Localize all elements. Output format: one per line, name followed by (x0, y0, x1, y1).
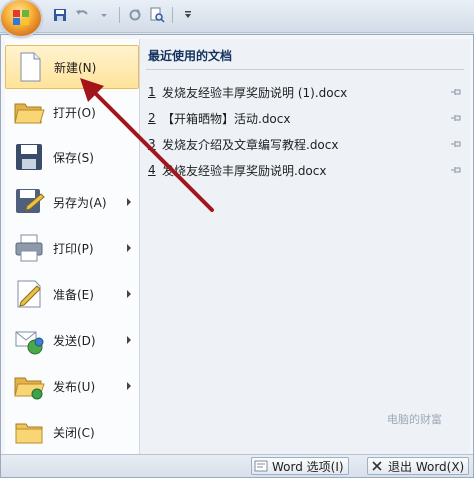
recent-document-item[interactable]: 1 发烧友经验丰厚奖励说明 (1).docx (148, 81, 466, 103)
submenu-arrow-icon (127, 244, 131, 252)
close-folder-icon (15, 423, 43, 444)
repeat-icon (129, 9, 141, 21)
recent-documents-title: 最近使用的文档 (148, 49, 233, 63)
qat-separator (119, 7, 120, 23)
recent-document-number: 2 (148, 111, 156, 125)
office-menu: 新建(N) 打开(O) 保存(S) 另存为(A) 打印(P) 准备(E) 发送(… (0, 34, 474, 478)
save-icon (16, 144, 42, 170)
menu-item-label: 新建(N) (54, 60, 97, 75)
chevron-down-icon (101, 14, 107, 17)
recent-document-name: 发烧友介绍及文章编写教程.docx (162, 137, 339, 152)
title-bar (0, 0, 474, 36)
qat-separator (172, 7, 173, 23)
exit-word-button[interactable]: 退出 Word(X) (367, 457, 470, 475)
menu-item-new[interactable]: 新建(N) (5, 45, 139, 89)
recent-document-item[interactable]: 3 发烧友介绍及文章编写教程.docx (148, 133, 466, 155)
submenu-arrow-icon (127, 382, 131, 390)
printer-icon (15, 234, 43, 262)
menu-item-label: 另存为(A) (53, 195, 107, 210)
recent-document-item[interactable]: 2 【开箱晒物】活动.docx (148, 107, 466, 129)
save-icon (54, 9, 66, 21)
office-button[interactable] (1, 0, 41, 36)
recent-document-item[interactable]: 4 发烧友经验丰厚奖励说明.docx (148, 159, 466, 181)
word-options-button[interactable]: Word 选项(I) (251, 457, 349, 475)
recent-document-name: 【开箱晒物】活动.docx (162, 111, 291, 126)
menu-item-label: 发送(D) (53, 333, 96, 348)
print-preview-icon (150, 7, 165, 23)
send-icon (15, 331, 44, 355)
qat-print-preview-button[interactable] (147, 5, 167, 25)
undo-icon (76, 10, 88, 15)
menu-item-save-as[interactable]: 另存为(A) (5, 180, 139, 224)
exit-word-label: 退出 Word(X) (388, 459, 465, 474)
prepare-icon (17, 280, 41, 308)
recent-document-name: 发烧友经验丰厚奖励说明.docx (162, 163, 327, 178)
recent-document-name: 发烧友经验丰厚奖励说明 (1).docx (162, 85, 348, 100)
pin-icon[interactable] (450, 164, 462, 176)
recent-document-number: 1 (148, 85, 156, 99)
recent-document-number: 3 (148, 137, 156, 151)
save-as-icon (16, 189, 45, 213)
menu-item-label: 保存(S) (53, 150, 94, 165)
menu-item-prepare[interactable]: 准备(E) (5, 272, 139, 316)
open-folder-icon (14, 103, 45, 124)
menu-item-label: 打印(P) (53, 241, 94, 256)
word-options-label: Word 选项(I) (272, 459, 344, 474)
pin-icon[interactable] (450, 112, 462, 124)
menu-item-label: 发布(U) (53, 379, 96, 394)
quick-access-toolbar (50, 4, 198, 26)
menu-item-publish[interactable]: 发布(U) (5, 364, 139, 408)
menu-item-close[interactable]: 关闭(C) (5, 410, 139, 454)
office-logo-icon (13, 10, 29, 25)
menu-commands-pane: 新建(N) 打开(O) 保存(S) 另存为(A) 打印(P) 准备(E) 发送(… (5, 39, 140, 457)
qat-save-button[interactable] (50, 5, 70, 25)
customize-chevron-icon (185, 11, 191, 18)
menu-item-label: 关闭(C) (53, 425, 95, 440)
qat-undo-button[interactable] (72, 5, 92, 25)
qat-undo-dropdown[interactable] (94, 5, 114, 25)
submenu-arrow-icon (127, 290, 131, 298)
menu-item-save[interactable]: 保存(S) (5, 135, 139, 179)
divider (146, 69, 464, 70)
options-icon (254, 460, 268, 472)
menu-bottom-bar: Word 选项(I) 退出 Word(X) (1, 454, 473, 477)
submenu-arrow-icon (127, 198, 131, 206)
pin-icon[interactable] (450, 86, 462, 98)
menu-item-send[interactable]: 发送(D) (5, 318, 139, 362)
qat-customize-button[interactable] (178, 5, 198, 25)
menu-item-label: 准备(E) (53, 287, 94, 302)
menu-item-open[interactable]: 打开(O) (5, 90, 139, 134)
submenu-arrow-icon (127, 336, 131, 344)
publish-icon (14, 377, 45, 400)
new-document-icon (20, 52, 41, 82)
recent-document-number: 4 (148, 163, 156, 177)
pin-icon[interactable] (450, 138, 462, 150)
menu-item-label: 打开(O) (53, 105, 96, 120)
qat-repeat-button[interactable] (125, 5, 145, 25)
watermark: 电脑的财富 (387, 413, 442, 426)
recent-documents-pane: 最近使用的文档 1 发烧友经验丰厚奖励说明 (1).docx 2 【开箱晒物】活… (140, 39, 470, 457)
menu-item-print[interactable]: 打印(P) (5, 226, 139, 270)
close-icon (372, 461, 382, 471)
